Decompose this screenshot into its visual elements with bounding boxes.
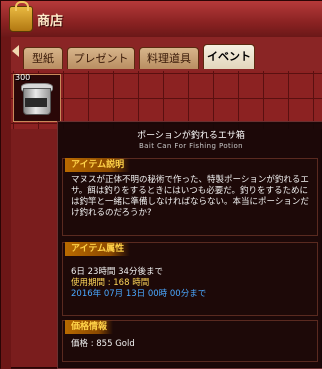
price-section: 価格情報 価格 : 855 Gold [62,320,318,362]
remaining-time: 6日 23時間 34分後まで [71,267,163,277]
bait-can-icon[interactable] [21,83,53,115]
description-section: アイテム説明 マヌスが正体不明の秘術で作った、特製ポーションが釣れるエサ。餌は釣… [62,158,318,236]
window-title: 商店 [37,14,64,29]
shop-bag-icon [9,1,33,32]
tab-event[interactable]: イベント [203,44,255,69]
item-tooltip: ポーションが釣れるエサ箱 Bait Can For Fishing Potion… [57,121,322,369]
tab-cooking-tools[interactable]: 料理道具 [139,47,199,69]
item-count: 300 [15,73,31,82]
tab-scroll-left-icon[interactable] [12,45,19,57]
item-price: 価格 : 855 Gold [71,339,135,349]
item-name: ポーションが釣れるエサ箱 [137,131,245,141]
expiry-date: 2016年 07月 13日 00時 00分まで [71,289,207,299]
item-description: マヌスが正体不明の秘術で作った、特製ポーションが釣れるエサ。餌は釣りをするときに… [71,175,309,218]
item-name-english: Bait Can For Fishing Potion [138,142,244,150]
description-header: アイテム説明 [65,158,131,172]
attributes-section: アイテム属性 6日 23時間 34分後まで 使用期間 : 168 時間 2016… [62,242,318,316]
tab-presents[interactable]: プレゼント [67,47,135,69]
usage-period: 使用期間 : 168 時間 [71,278,150,288]
tab-patterns[interactable]: 型紙 [23,47,63,69]
attributes-header: アイテム属性 [65,242,131,256]
left-frame [1,37,11,369]
title-bar[interactable]: 商店 [1,1,322,38]
price-header: 価格情報 [65,320,114,334]
shop-window: 商店 型紙 プレゼント 料理道具 イベント 300 ポーションが釣れるエサ箱 B… [0,0,322,369]
